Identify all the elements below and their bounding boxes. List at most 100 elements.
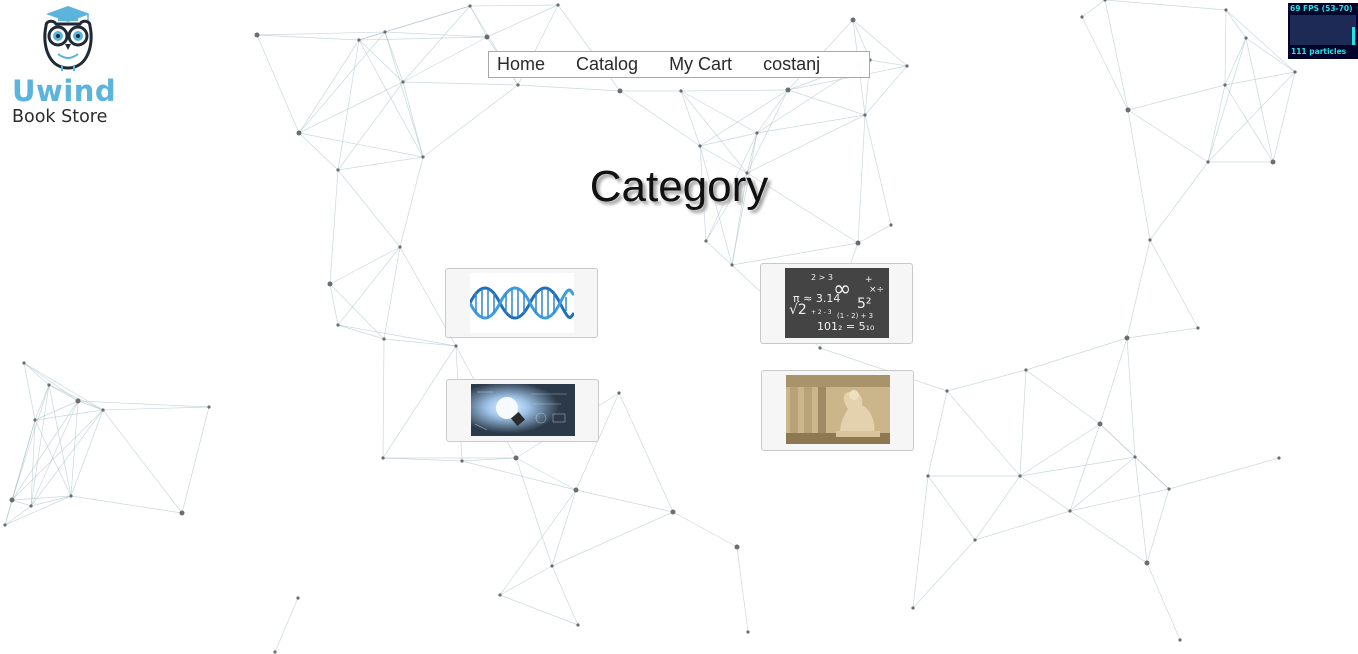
network-edge (746, 89, 789, 174)
network-edge (384, 31, 424, 158)
network-node (1068, 509, 1072, 513)
network-node (704, 239, 708, 243)
network-node (398, 245, 402, 249)
network-node (29, 504, 33, 508)
network-edge (499, 489, 577, 596)
network-node (498, 593, 502, 597)
svg-text:+: + (865, 275, 873, 285)
network-node (1224, 8, 1228, 12)
nav-home-link[interactable]: Home (497, 54, 545, 75)
network-edge (1134, 456, 1148, 564)
network-edge (402, 5, 471, 83)
network-edge (1019, 475, 1071, 512)
category-card-math[interactable]: 2 > 3 ∞ + ×÷ π ≈ 3.14 5² √2 + 2 - 3 (1 -… (760, 263, 913, 344)
category-card-ideas[interactable] (446, 379, 599, 442)
network-edge (384, 31, 488, 38)
network-edge (672, 511, 738, 548)
svg-text:(1 - 2) + 3: (1 - 2) + 3 (837, 312, 873, 320)
network-node (556, 3, 560, 7)
network-node (75, 398, 81, 404)
network-node (855, 240, 861, 246)
network-node (1103, 0, 1107, 2)
network-node (617, 88, 623, 94)
network-node (1293, 70, 1297, 74)
network-edge (422, 84, 519, 158)
network-edge (1081, 16, 1129, 111)
network-node (785, 87, 791, 93)
network-edge (486, 4, 559, 38)
nav-catalog-link[interactable]: Catalog (576, 54, 638, 75)
network-edge (756, 89, 789, 134)
owl-icon (43, 6, 93, 71)
svg-text:101₂ = 5₁₀: 101₂ = 5₁₀ (817, 320, 875, 333)
network-edge (1069, 510, 1148, 564)
network-edge (912, 539, 976, 609)
network-edge (48, 384, 79, 402)
network-edge (469, 4, 559, 7)
network-edge (1025, 369, 1101, 425)
network-node (905, 64, 909, 68)
network-edge (1025, 337, 1128, 371)
network-node (889, 223, 893, 227)
network-edge (551, 489, 577, 567)
network-edge (1127, 84, 1226, 111)
network-node (101, 408, 105, 412)
network-node (926, 474, 930, 478)
math-chalkboard-image: 2 > 3 ∞ + ×÷ π ≈ 3.14 5² √2 + 2 - 3 (1 -… (785, 268, 889, 338)
network-node (670, 509, 676, 515)
network-node (516, 83, 520, 87)
network-node (47, 383, 51, 387)
page: Uwind Book Store Home Catalog My Cart co… (0, 0, 1358, 654)
fps-graph-bar (1352, 26, 1355, 45)
logo[interactable]: Uwind Book Store (10, 4, 130, 128)
network-edge (699, 132, 758, 147)
network-node (381, 456, 385, 460)
network-edge (927, 390, 948, 477)
network-node (850, 17, 856, 23)
network-node (484, 34, 490, 40)
network-edge (680, 90, 758, 134)
network-edge (337, 324, 457, 347)
main-nav: Home Catalog My Cart costanj (488, 51, 870, 78)
svg-text:5²: 5² (857, 296, 872, 312)
network-node (254, 32, 260, 38)
network-edge (1146, 488, 1170, 564)
network-edge (337, 81, 404, 171)
network-edge (298, 39, 360, 134)
network-edge (1126, 327, 1199, 339)
network-node (911, 606, 915, 610)
network-edge (1224, 9, 1227, 86)
network-edge (1081, 0, 1106, 18)
network-edge (1245, 37, 1274, 163)
network-edge (787, 89, 866, 116)
particle-network-background (3, 0, 1297, 654)
network-node (1125, 107, 1131, 113)
network-edge (329, 246, 401, 285)
network-edge (1104, 0, 1129, 111)
network-edge (30, 409, 104, 507)
category-card-history[interactable] (761, 370, 914, 451)
network-edge (680, 90, 701, 147)
network-edge (1069, 488, 1170, 512)
network-node (382, 337, 386, 341)
network-node (1097, 421, 1103, 427)
svg-text:2 > 3: 2 > 3 (811, 273, 833, 282)
network-edge (1224, 84, 1274, 163)
network-node (755, 131, 759, 135)
network-edge (974, 475, 1021, 541)
network-edge (1134, 456, 1170, 490)
svg-text:×÷: ×÷ (869, 285, 884, 295)
nav-cart-link[interactable]: My Cart (669, 54, 732, 75)
network-edge (11, 409, 104, 501)
nav-user-link[interactable]: costanj (763, 54, 820, 75)
category-card-dna[interactable] (445, 268, 598, 338)
network-edge (11, 384, 50, 501)
network-edge (298, 31, 386, 134)
network-node (383, 30, 387, 34)
network-edge (1019, 423, 1101, 477)
network-node (179, 510, 185, 516)
network-edge (705, 240, 733, 266)
network-edge (680, 89, 789, 92)
dna-helix-image (470, 273, 574, 333)
network-node (973, 538, 977, 542)
